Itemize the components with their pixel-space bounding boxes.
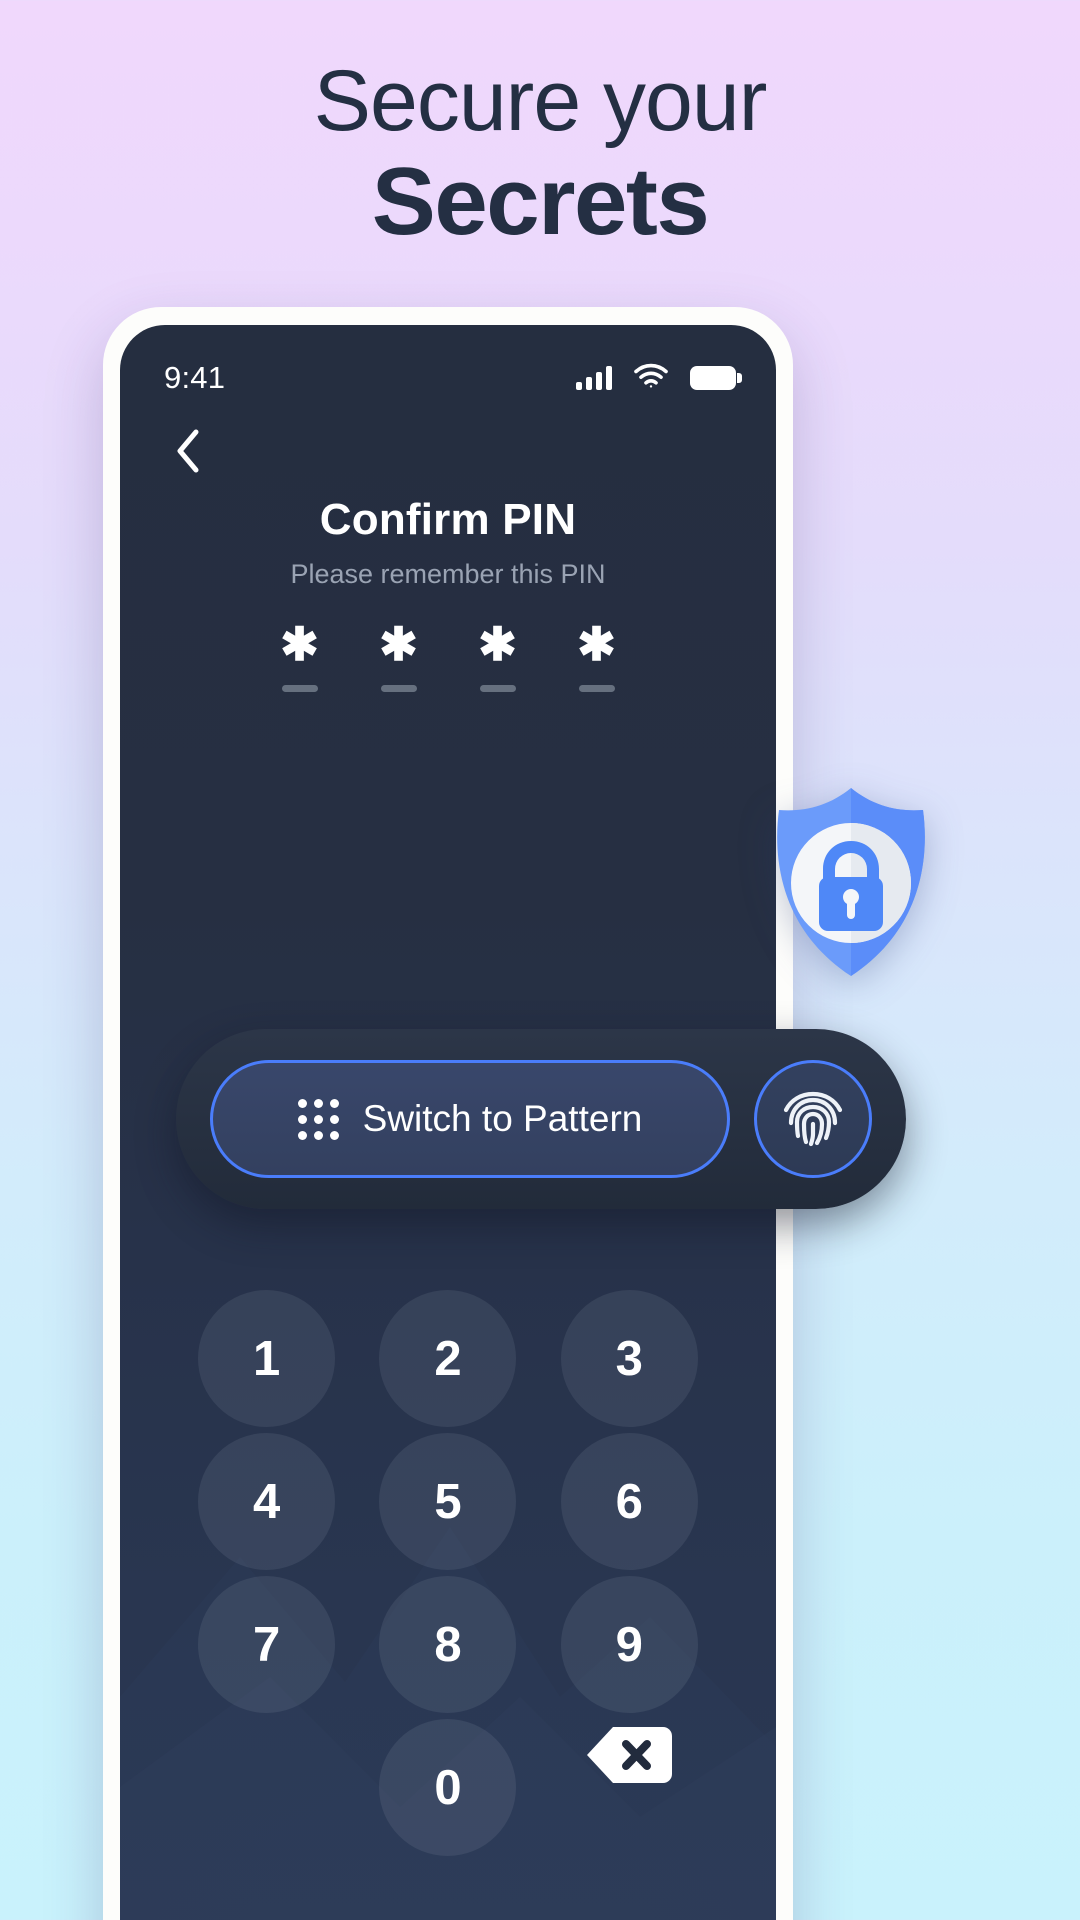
page-subtitle: Please remember this PIN [290, 559, 606, 589]
keypad-key-4[interactable]: 4 [198, 1433, 336, 1570]
battery-icon [690, 366, 742, 390]
fingerprint-button[interactable] [754, 1060, 872, 1178]
keypad-backspace-button[interactable] [579, 1719, 679, 1791]
switch-to-pattern-button[interactable]: Switch to Pattern [210, 1060, 730, 1178]
wifi-icon [634, 363, 668, 394]
headline-line-2: Secrets [371, 147, 710, 255]
dot-grid-icon [297, 1098, 339, 1140]
keypad-key-9[interactable]: 9 [560, 1576, 698, 1713]
keypad-key-6[interactable]: 6 [560, 1433, 698, 1570]
keypad-key-0[interactable]: 0 [379, 1719, 517, 1856]
pin-mask-char: ✱ [280, 618, 319, 670]
numeric-keypad: 1 2 3 4 5 6 7 8 9 0 [120, 1290, 776, 1856]
phone-mockup: 9:41 Confirm PIN Please remember this PI… [103, 307, 925, 1920]
keypad-key-empty [198, 1719, 335, 1856]
pin-cell: ✱ [574, 618, 620, 692]
pin-cell: ✱ [475, 618, 521, 692]
fingerprint-icon [783, 1091, 843, 1147]
status-bar: 9:41 [120, 325, 776, 411]
keypad-key-2[interactable]: 2 [379, 1290, 517, 1427]
status-clock: 9:41 [164, 360, 226, 395]
switch-to-pattern-label: Switch to Pattern [362, 1098, 643, 1139]
pin-underline [281, 685, 318, 692]
pin-underline [380, 685, 417, 692]
status-icons [576, 363, 742, 394]
shield-lock-icon [777, 788, 925, 976]
keypad-key-7[interactable]: 7 [198, 1576, 336, 1713]
keypad-key-5[interactable]: 5 [379, 1433, 517, 1570]
shield-lock-badge [769, 784, 933, 980]
keypad-key-3[interactable]: 3 [560, 1290, 698, 1427]
pin-underline [578, 685, 615, 692]
keypad-key-1[interactable]: 1 [198, 1290, 336, 1427]
pin-mask-char: ✱ [478, 618, 517, 670]
action-bar: Switch to Pattern [176, 1029, 906, 1209]
page-title: Confirm PIN [319, 495, 577, 544]
backspace-icon [587, 1727, 673, 1783]
keypad-key-8[interactable]: 8 [379, 1576, 517, 1713]
chevron-left-icon [177, 429, 199, 473]
pin-cell: ✱ [376, 618, 422, 692]
pin-indicator: ✱ ✱ ✱ ✱ [120, 618, 776, 692]
back-button[interactable] [160, 423, 216, 479]
pin-cell: ✱ [277, 618, 323, 692]
signal-bars-icon [576, 366, 612, 390]
pin-mask-char: ✱ [379, 618, 418, 670]
pin-mask-char: ✱ [577, 618, 616, 670]
page-headline: Secure your Secrets [0, 53, 1080, 255]
pin-underline [479, 685, 516, 692]
headline-line-1: Secure your [313, 53, 768, 149]
